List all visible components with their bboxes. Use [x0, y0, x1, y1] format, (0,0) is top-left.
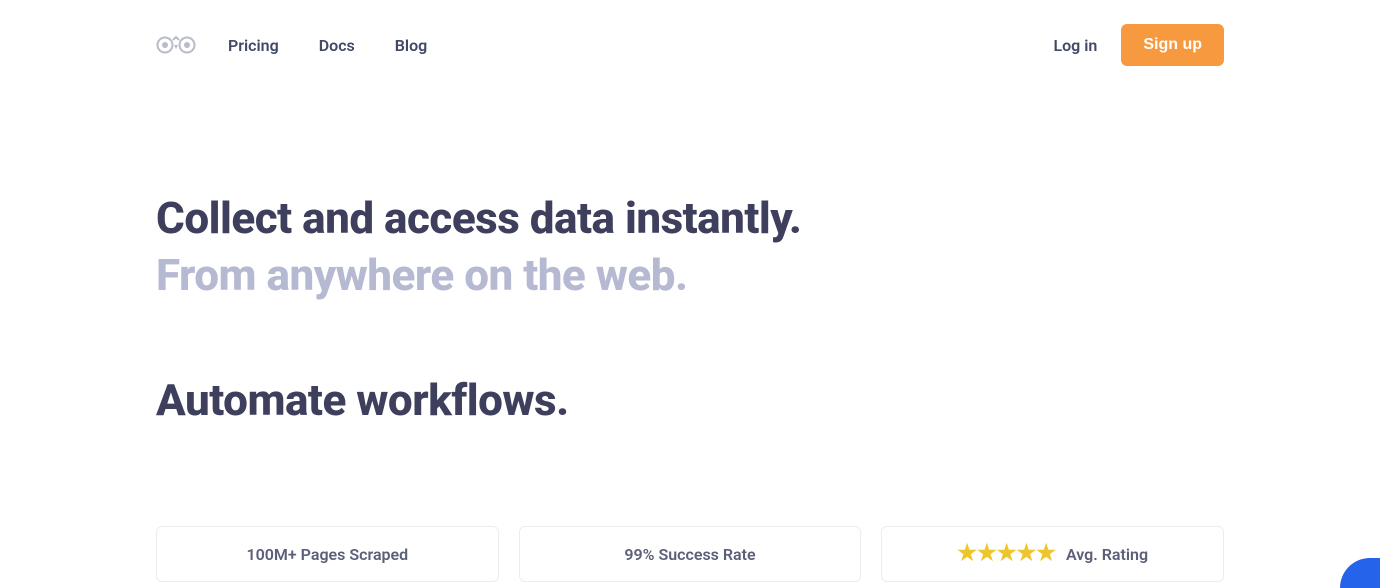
stat-card-rating: ★ ★ ★ ★ ★ Avg. Rating — [881, 526, 1224, 582]
nav-links: Pricing Docs Blog — [228, 36, 427, 55]
logo[interactable] — [156, 33, 196, 57]
stat-card-success: 99% Success Rate — [519, 526, 862, 582]
star-icon: ★ — [997, 543, 1017, 565]
login-link[interactable]: Log in — [1053, 36, 1097, 55]
stat-card-pages: 100M+ Pages Scraped — [156, 526, 499, 582]
hero-title-line1: Collect and access data instantly. — [156, 190, 1224, 247]
stats-row: 100M+ Pages Scraped 99% Success Rate ★ ★… — [156, 526, 1224, 582]
nav-link-pricing[interactable]: Pricing — [228, 36, 279, 55]
star-icon: ★ — [977, 543, 997, 565]
star-icon: ★ — [1016, 543, 1036, 565]
stat-text: 99% Success Rate — [624, 545, 755, 564]
stars-group: ★ ★ ★ ★ ★ — [957, 543, 1056, 565]
hero-subtitle: Automate workflows. — [156, 374, 1224, 426]
hero-section: Collect and access data instantly. From … — [156, 90, 1224, 426]
hero-title-line2: From anywhere on the web. — [156, 247, 1224, 304]
star-icon: ★ — [1036, 543, 1056, 565]
navbar: Pricing Docs Blog Log in Sign up — [156, 0, 1224, 90]
stat-text: Avg. Rating — [1066, 545, 1148, 564]
nav-link-docs[interactable]: Docs — [319, 36, 355, 55]
chat-widget-icon[interactable] — [1340, 558, 1380, 588]
hero-title: Collect and access data instantly. From … — [156, 190, 1224, 304]
nav-link-blog[interactable]: Blog — [395, 36, 427, 55]
owl-logo-icon — [156, 33, 196, 57]
signup-button[interactable]: Sign up — [1121, 24, 1224, 66]
nav-left: Pricing Docs Blog — [156, 33, 427, 57]
star-icon: ★ — [957, 543, 977, 565]
nav-right: Log in Sign up — [1053, 24, 1224, 66]
stat-text: 100M+ Pages Scraped — [246, 545, 408, 564]
